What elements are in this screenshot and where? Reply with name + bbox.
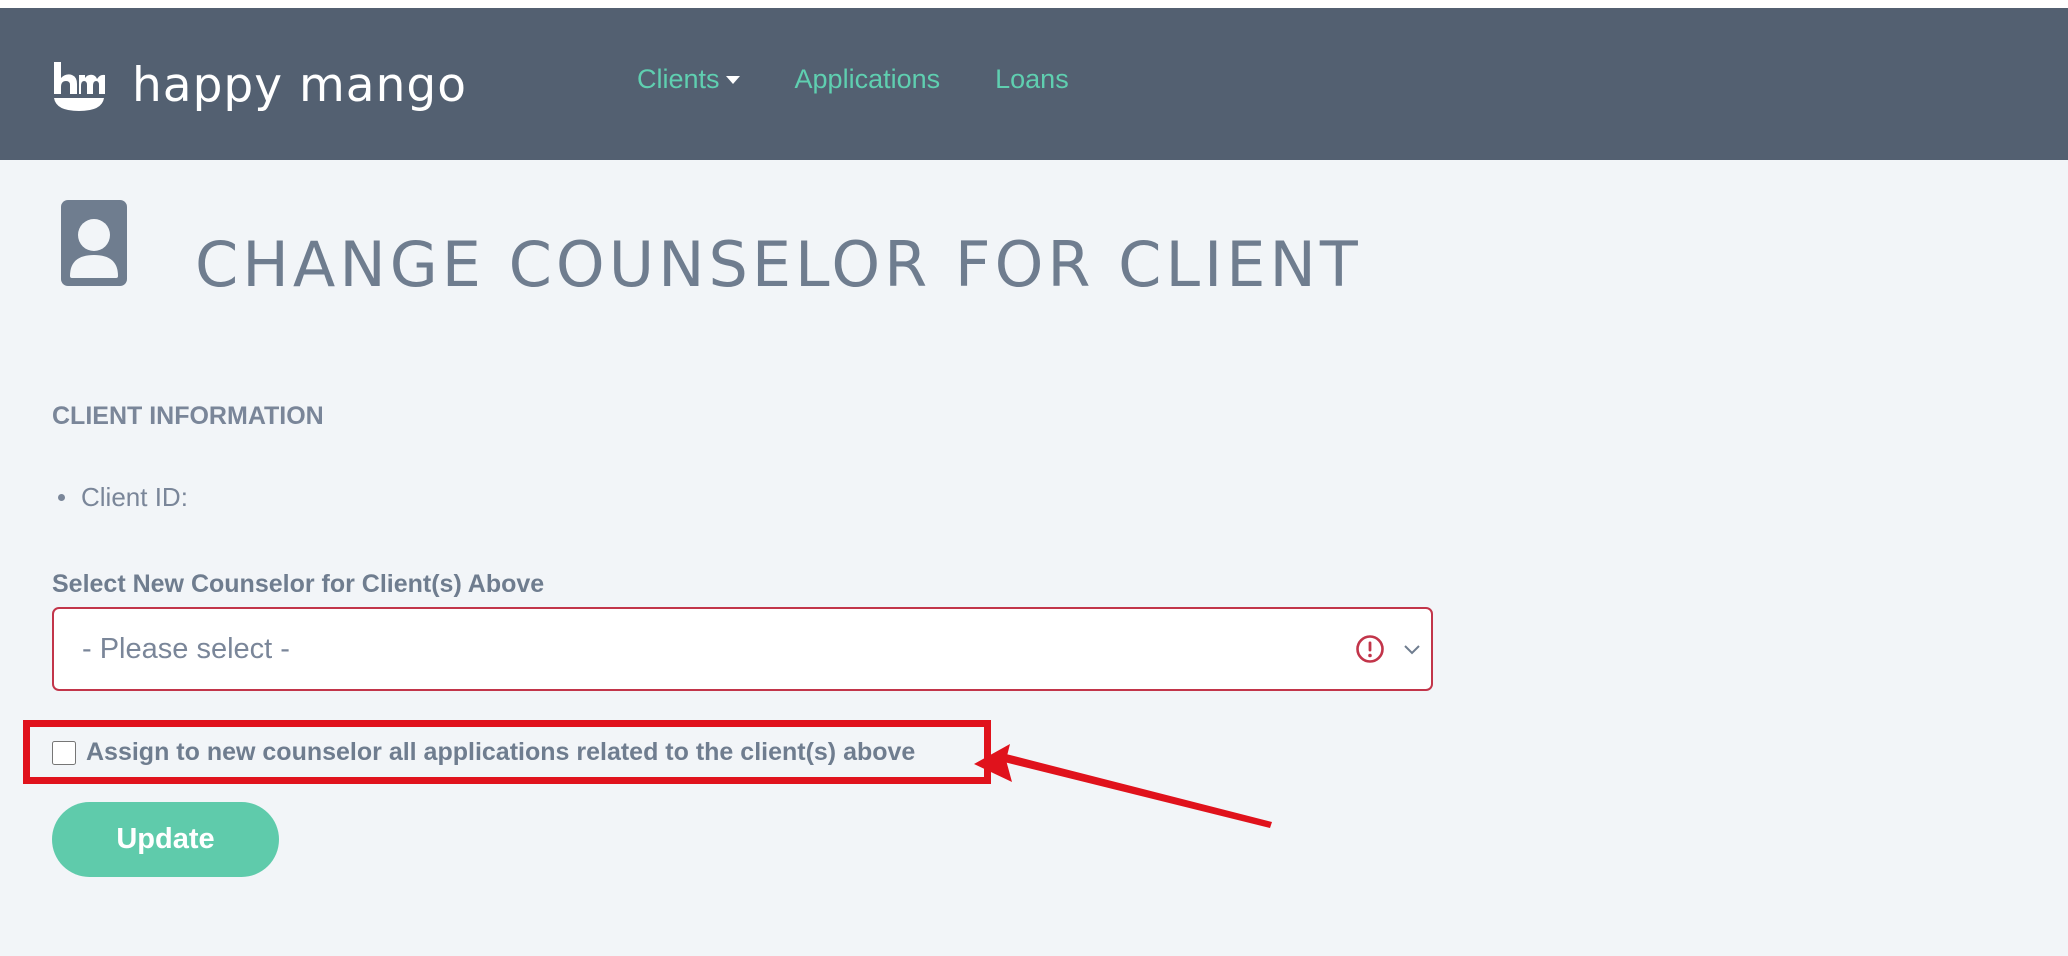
brand-name: happy mango	[132, 57, 467, 113]
client-id-item: Client ID:	[58, 482, 188, 513]
counselor-select-value: - Please select -	[82, 632, 290, 665]
client-information-heading: CLIENT INFORMATION	[52, 402, 324, 430]
nav-loans[interactable]: Loans	[995, 64, 1069, 95]
chevron-down-icon	[1403, 643, 1421, 655]
bullet	[58, 494, 65, 501]
counselor-select-label: Select New Counselor for Client(s) Above	[52, 570, 545, 598]
client-id-label: Client ID:	[81, 482, 188, 512]
person-id-icon	[61, 200, 127, 286]
nav-clients[interactable]: Clients	[637, 64, 740, 95]
update-button[interactable]: Update	[52, 802, 279, 877]
caret-down-icon	[725, 75, 740, 84]
assign-applications-checkbox[interactable]	[52, 740, 76, 765]
nav-clients-label: Clients	[637, 64, 720, 94]
brand[interactable]: happy mango	[52, 55, 467, 115]
assign-applications-label[interactable]: Assign to new counselor all applications…	[86, 738, 915, 767]
assign-applications-row: Assign to new counselor all applications…	[52, 738, 915, 767]
annotation-arrow-icon	[974, 744, 1272, 828]
nav-applications[interactable]: Applications	[795, 64, 941, 95]
client-info-list: Client ID:	[58, 482, 188, 513]
counselor-select[interactable]: - Please select -	[52, 607, 1433, 691]
error-icon	[1355, 634, 1385, 664]
navbar: happy mango Clients Applications Loans	[0, 8, 2068, 160]
page-title: CHANGE COUNSELOR FOR CLIENT	[195, 228, 1362, 301]
main-nav: Clients Applications Loans	[637, 64, 1124, 95]
happy-mango-logo-icon	[52, 58, 106, 112]
top-strip	[0, 0, 2068, 8]
